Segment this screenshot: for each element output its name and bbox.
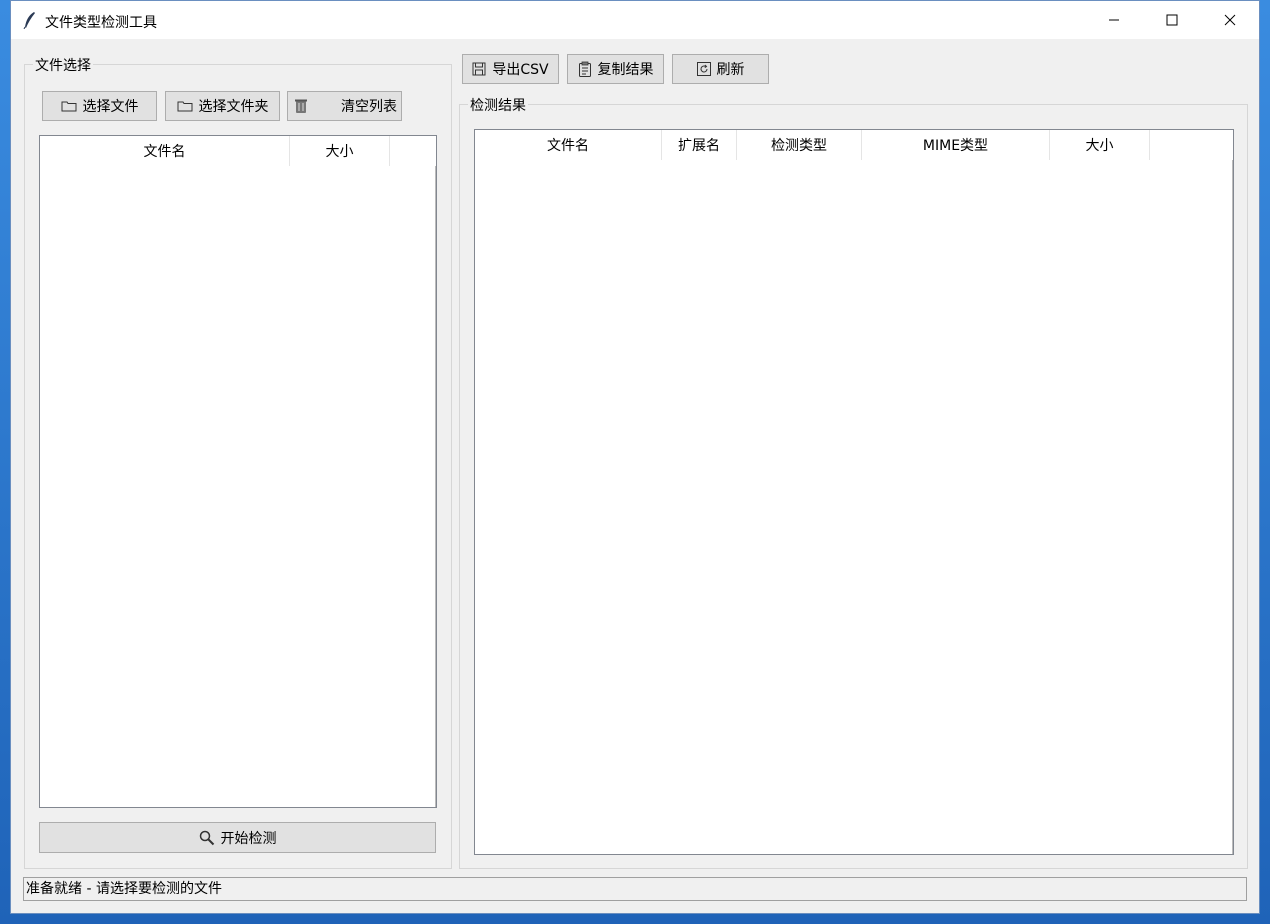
feather-icon [23, 12, 35, 29]
status-bar: 准备就绪 - 请选择要检测的文件 [23, 877, 1247, 901]
status-text: 准备就绪 - 请选择要检测的文件 [26, 881, 222, 897]
select-file-button[interactable]: 选择文件 [42, 91, 157, 121]
select-folder-button[interactable]: 选择文件夹 [165, 91, 280, 121]
column-header-size[interactable]: 大小 [1050, 130, 1150, 160]
export-csv-label: 导出CSV [492, 62, 549, 78]
minimize-icon [1109, 19, 1119, 21]
select-folder-label: 选择文件夹 [198, 99, 269, 115]
copy-results-button[interactable]: 复制结果 [567, 54, 664, 84]
refresh-label: 刷新 [716, 62, 745, 78]
start-detection-button[interactable]: 开始检测 [39, 822, 436, 853]
select-file-label: 选择文件 [82, 99, 139, 115]
column-header-size[interactable]: 大小 [290, 136, 390, 166]
column-header-filename[interactable]: 文件名 [475, 130, 662, 160]
start-detection-label: 开始检测 [220, 830, 277, 847]
search-icon [199, 830, 215, 846]
results-table-scroll-edge [1232, 160, 1233, 854]
file-list-scroll-edge [435, 166, 436, 807]
export-csv-button[interactable]: 导出CSV [462, 54, 559, 84]
file-selection-legend: 文件选择 [33, 55, 93, 75]
close-button[interactable] [1207, 1, 1253, 39]
column-header-detected-type[interactable]: 检测类型 [737, 130, 862, 160]
clipboard-icon [578, 61, 592, 77]
copy-results-label: 复制结果 [597, 62, 654, 78]
column-header-extension[interactable]: 扩展名 [662, 130, 737, 160]
clear-list-button[interactable]: 清空列表 [287, 91, 402, 121]
maximize-icon [1166, 14, 1178, 26]
file-list-header: 文件名 大小 [40, 136, 390, 166]
results-legend: 检测结果 [468, 95, 528, 115]
refresh-button[interactable]: 刷新 [672, 54, 769, 84]
maximize-button[interactable] [1149, 1, 1195, 39]
results-table[interactable]: 文件名 扩展名 检测类型 MIME类型 大小 [474, 129, 1234, 855]
clear-list-label: 清空列表 [341, 99, 397, 115]
folder-icon [61, 100, 77, 112]
folder-icon [177, 100, 193, 112]
refresh-icon [696, 62, 711, 76]
save-icon [472, 62, 486, 76]
column-header-filename[interactable]: 文件名 [40, 136, 290, 166]
minimize-button[interactable] [1091, 1, 1137, 39]
title-bar[interactable]: 文件类型检测工具 [11, 1, 1259, 39]
results-table-header: 文件名 扩展名 检测类型 MIME类型 大小 [475, 130, 1150, 160]
close-icon [1224, 14, 1236, 26]
column-header-mime-type[interactable]: MIME类型 [862, 130, 1050, 160]
file-list[interactable]: 文件名 大小 [39, 135, 437, 808]
app-window: 文件类型检测工具 文件选择 选择文件 选择文件夹 清空列表 文件名 大小 开始检… [10, 0, 1260, 914]
window-title: 文件类型检测工具 [45, 15, 157, 31]
trash-icon [294, 98, 308, 114]
